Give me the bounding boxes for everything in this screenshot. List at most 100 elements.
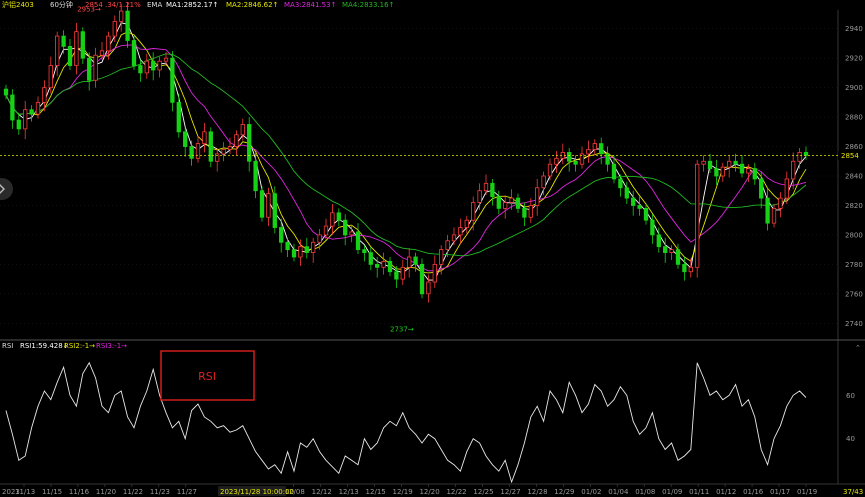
candle-body bbox=[311, 241, 316, 253]
candle-body bbox=[323, 225, 329, 236]
rsi-tick-label: 40 bbox=[846, 435, 855, 443]
candle-body bbox=[375, 263, 380, 268]
candle-body bbox=[144, 60, 149, 74]
candle-body bbox=[624, 187, 629, 199]
price-tick-label: 2920 bbox=[845, 55, 863, 63]
candle-body bbox=[400, 266, 405, 280]
price-tick-label: 2820 bbox=[845, 202, 863, 210]
time-tick-label: 11/20 bbox=[96, 488, 116, 496]
candle-body bbox=[522, 207, 527, 218]
candle-body bbox=[125, 10, 130, 41]
time-tick-label: 01/16 bbox=[743, 488, 764, 496]
candle-body bbox=[419, 263, 425, 295]
candle-body bbox=[330, 212, 335, 227]
candle-body bbox=[458, 227, 463, 236]
candle-body bbox=[771, 207, 777, 224]
time-tick-label: 01/02 bbox=[581, 488, 601, 496]
time-tick-label: 12/13 bbox=[339, 488, 359, 496]
candle-body bbox=[413, 256, 418, 265]
candle-body bbox=[778, 197, 783, 209]
candle-body bbox=[637, 205, 642, 209]
candle-body bbox=[189, 146, 194, 159]
candle-body bbox=[759, 178, 764, 199]
candle-body bbox=[464, 219, 469, 228]
candle-body bbox=[663, 246, 668, 253]
candle-body bbox=[253, 160, 258, 192]
time-tick-label: 01/09 bbox=[662, 488, 682, 496]
candle-body bbox=[266, 193, 271, 218]
candle-body bbox=[381, 261, 386, 268]
candle-body bbox=[387, 261, 393, 273]
candle-body bbox=[304, 246, 309, 253]
price-tick-label: 2940 bbox=[845, 25, 863, 33]
candle-body bbox=[471, 202, 476, 221]
candle-body bbox=[586, 149, 591, 155]
time-tick-label: 01/19 bbox=[797, 488, 817, 496]
candle-body bbox=[643, 207, 649, 221]
candle-body bbox=[336, 212, 341, 221]
candle-body bbox=[803, 152, 809, 156]
time-tick-label: 12/25 bbox=[473, 488, 493, 496]
candle-body bbox=[298, 246, 303, 258]
price-tick-label: 2860 bbox=[845, 143, 863, 151]
candle-body bbox=[138, 65, 143, 74]
candle-body bbox=[35, 101, 41, 115]
rsi-header: RSI RSI1:59.428↓ RSI2:-1→ RSI3:-1→ bbox=[2, 342, 127, 350]
price-header: 沪铝2403 60分钟 2854 .34/1.21% EMA MA1:2852.… bbox=[0, 0, 865, 10]
candle-body bbox=[272, 193, 277, 228]
candle-body bbox=[29, 109, 34, 115]
candle-body bbox=[317, 234, 322, 243]
chart-background bbox=[0, 0, 865, 497]
candle-body bbox=[42, 87, 47, 103]
candle-body bbox=[99, 50, 105, 56]
time-tick-label: 11/23 bbox=[150, 488, 170, 496]
candle-body bbox=[259, 190, 265, 218]
candle-body bbox=[496, 196, 501, 209]
candle-body bbox=[682, 263, 687, 273]
candle-body bbox=[55, 35, 60, 66]
chart-canvas[interactable]: 沪铝2403 60分钟 2854 .34/1.21% EMA MA1:2852.… bbox=[0, 0, 865, 497]
candle-body bbox=[739, 163, 745, 174]
candle-body bbox=[151, 60, 156, 71]
time-tick-label: 12/22 bbox=[446, 488, 466, 496]
candle-body bbox=[592, 143, 597, 150]
time-tick-label: 01/04 bbox=[608, 488, 629, 496]
candle-body bbox=[234, 134, 239, 147]
time-tick-label: 11/16 bbox=[69, 488, 90, 496]
collapse-pane-icon[interactable]: ⌃ bbox=[855, 344, 861, 352]
candle-body bbox=[483, 182, 489, 192]
axis-year-label: 2023 bbox=[2, 488, 20, 496]
candle-body bbox=[74, 31, 79, 66]
candle-body bbox=[106, 35, 111, 52]
candle-body bbox=[93, 54, 98, 81]
candle-body bbox=[515, 197, 521, 209]
last-price-value: 2854 bbox=[841, 152, 859, 160]
candle-body bbox=[567, 152, 572, 162]
price-tick-label: 2900 bbox=[845, 84, 863, 92]
candle-body bbox=[509, 197, 514, 203]
rsi3-value: RSI3:-1→ bbox=[96, 342, 127, 350]
candle-body bbox=[547, 163, 553, 177]
header-symbol: 沪铝2403 bbox=[2, 0, 34, 9]
rsi1-value: RSI1:59.428↓ bbox=[20, 342, 69, 350]
candle-body bbox=[701, 160, 706, 165]
time-tick-label: 12/12 bbox=[312, 488, 332, 496]
candle-body bbox=[355, 231, 361, 251]
candle-body bbox=[67, 46, 73, 66]
candle-body bbox=[61, 35, 66, 47]
time-tick-label: 11/22 bbox=[123, 488, 143, 496]
candle-body bbox=[439, 249, 444, 265]
candle-body bbox=[3, 88, 9, 96]
candle-body bbox=[707, 160, 713, 170]
candle-body bbox=[669, 249, 674, 253]
candle-body bbox=[362, 249, 367, 253]
candle-body bbox=[746, 168, 751, 174]
candle-body bbox=[80, 31, 85, 59]
price-tick-label: 2780 bbox=[845, 261, 863, 269]
time-tick-label: 12/19 bbox=[393, 488, 413, 496]
candle-body bbox=[87, 57, 92, 81]
candle-body bbox=[784, 178, 789, 199]
header-ma4: MA4:2833.16↑ bbox=[342, 1, 394, 9]
candle-body bbox=[279, 227, 284, 243]
candle-body bbox=[16, 119, 21, 130]
